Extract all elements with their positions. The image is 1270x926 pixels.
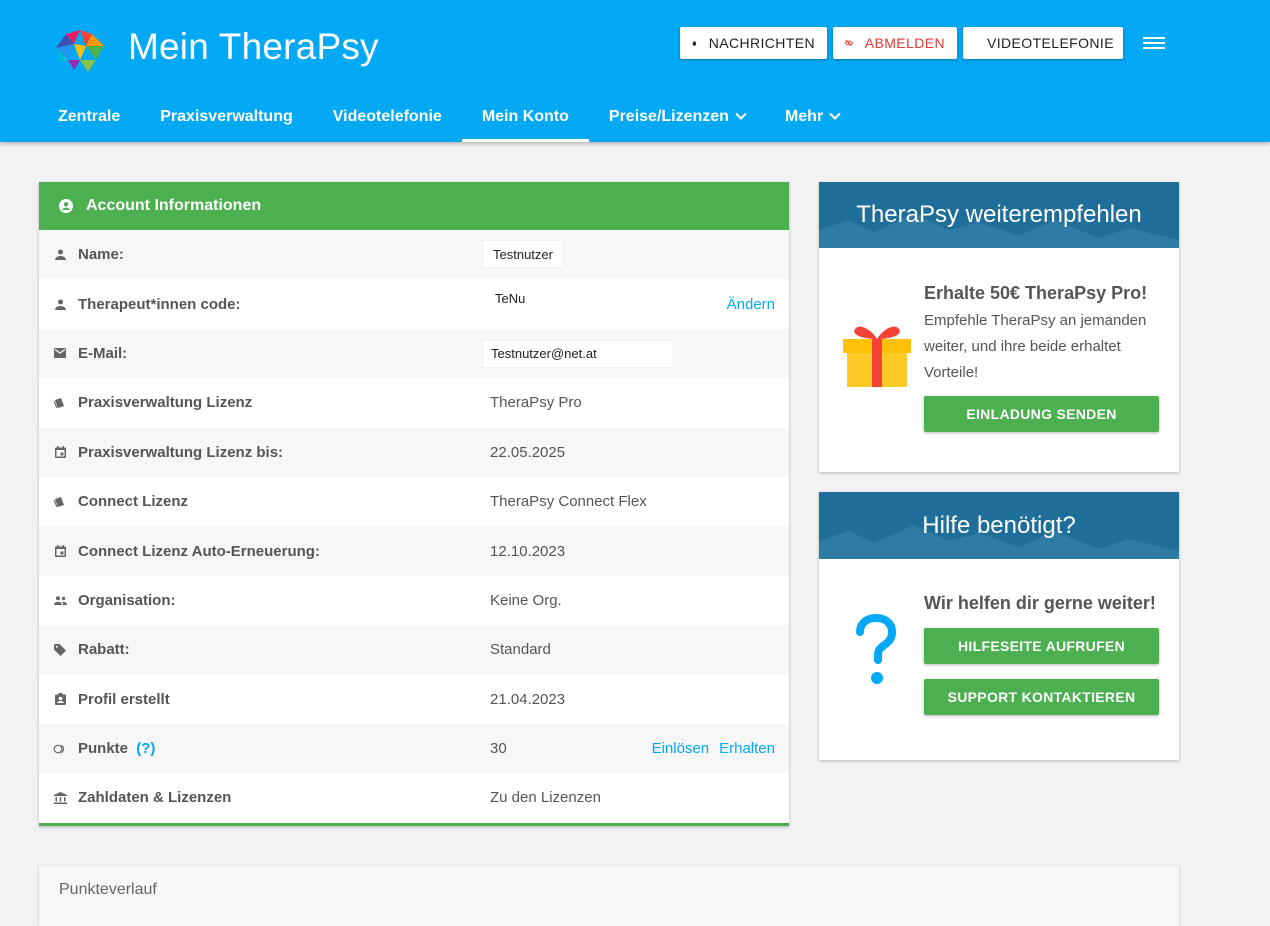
name-label: Name: xyxy=(78,246,124,264)
org-label: Organisation: xyxy=(78,591,176,609)
license-icon xyxy=(53,495,67,509)
logo-brain-icon[interactable] xyxy=(52,26,108,76)
chevron-down-icon xyxy=(735,108,747,120)
nav-videotelefonie[interactable]: Videotelefonie xyxy=(313,92,462,142)
videotelefonie-label: VIDEOTELEFONIE xyxy=(987,35,1114,51)
row-org: Organisation: Keine Org. xyxy=(39,576,789,625)
help-title: Hilfe benötigt? xyxy=(922,511,1076,539)
punkte-label: Punkte (?) xyxy=(78,740,155,757)
row-punkte: Punkte (?) 30 Einlösen Erhalten xyxy=(39,723,789,774)
account-info-title: Account Informationen xyxy=(86,197,262,214)
code-label: Therapeut*innen code: xyxy=(78,295,241,313)
email-icon xyxy=(53,346,67,360)
recommend-card: TheraPsy weiterempfehlen Erhalte 50€ The… xyxy=(819,182,1179,472)
hilfeseite-button[interactable]: HILFESEITE AUFRUFEN xyxy=(924,628,1159,664)
row-connect-auto: Connect Lizenz Auto-Erneuerung: 12.10.20… xyxy=(39,526,789,576)
nav-preise-label: Preise/Lizenzen xyxy=(608,108,729,125)
nachrichten-label: NACHRICHTEN xyxy=(708,35,815,51)
app-header: Mein TheraPsy NACHRICHTEN ABMELDEN VIDEO… xyxy=(0,0,1270,142)
code-change-link[interactable]: Ändern xyxy=(727,296,775,313)
nav-mehr-label: Mehr xyxy=(784,108,824,125)
pv-bis-label: Praxisverwaltung Lizenz bis: xyxy=(78,443,284,461)
punkte-label-text: Punkte xyxy=(78,740,129,758)
row-connect: Connect Lizenz TheraPsy Connect Flex xyxy=(39,477,789,526)
tag-icon xyxy=(53,643,67,657)
nav-preise-lizenzen[interactable]: Preise/Lizenzen xyxy=(589,92,765,142)
connect-label: Connect Lizenz xyxy=(78,493,189,511)
bank-icon xyxy=(53,791,67,805)
row-email: E-Mail: Testnutzer@net.at xyxy=(39,328,789,379)
einloesen-link[interactable]: Einlösen xyxy=(652,740,710,757)
einladung-senden-button[interactable]: EINLADUNG SENDEN xyxy=(924,396,1159,432)
points-history-title: Punkteverlauf xyxy=(59,881,157,898)
videotelefonie-button[interactable]: VIDEOTELEFONIE xyxy=(963,27,1123,59)
profil-label: Profil erstellt xyxy=(78,690,170,708)
recommend-title: TheraPsy weiterempfehlen xyxy=(856,201,1142,228)
bell-icon xyxy=(692,40,697,46)
nav-zentrale[interactable]: Zentrale xyxy=(38,92,140,142)
connect-auto-value: 12.10.2023 xyxy=(490,542,566,560)
person-icon xyxy=(53,248,67,262)
code-value: TeNu xyxy=(495,291,526,307)
calendar-icon xyxy=(53,544,67,558)
nachrichten-button[interactable]: NACHRICHTEN xyxy=(680,27,827,59)
pv-bis-value: 22.05.2025 xyxy=(490,443,566,461)
row-code: Therapeut*innen code: TeNu Ändern xyxy=(39,279,789,328)
help-header: Hilfe benötigt? xyxy=(819,492,1179,559)
row-zahldaten: Zahldaten & Lizenzen Zu den Lizenzen xyxy=(39,773,789,822)
account-circle-icon xyxy=(59,199,73,213)
rabatt-value: Standard xyxy=(490,641,551,659)
connect-value: TheraPsy Connect Flex xyxy=(490,493,647,511)
question-icon xyxy=(856,614,897,684)
main-nav: Zentrale Praxisverwaltung Videotelefonie… xyxy=(38,92,859,142)
group-icon xyxy=(53,593,67,607)
pv-lizenz-value: TheraPsy Pro xyxy=(490,394,582,412)
row-profil: Profil erstellt 21.04.2023 xyxy=(39,675,789,724)
rabatt-label: Rabatt: xyxy=(78,641,130,659)
zahldaten-label: Zahldaten & Lizenzen xyxy=(78,789,232,807)
account-info-card: Account Informationen Name: Testnutzer T… xyxy=(39,182,789,826)
chevron-down-icon xyxy=(829,108,841,120)
name-field[interactable]: Testnutzer xyxy=(482,240,564,268)
eye-off-icon xyxy=(845,39,853,47)
nav-mehr[interactable]: Mehr xyxy=(765,92,859,142)
row-rabatt: Rabatt: Standard xyxy=(39,625,789,675)
badge-icon xyxy=(53,692,67,706)
points-history-panel: Punkteverlauf xyxy=(39,866,1179,926)
support-kontaktieren-button[interactable]: SUPPORT KONTAKTIEREN xyxy=(924,679,1159,715)
abmelden-button[interactable]: ABMELDEN xyxy=(833,27,957,59)
person-icon xyxy=(53,297,67,311)
recommend-headline: Erhalte 50€ TheraPsy Pro! xyxy=(924,283,1148,303)
abmelden-label: ABMELDEN xyxy=(864,35,945,51)
recommend-header: TheraPsy weiterempfehlen xyxy=(819,182,1179,248)
app-title: Mein TheraPsy xyxy=(128,26,379,67)
connect-auto-label: Connect Lizenz Auto-Erneuerung: xyxy=(78,542,320,560)
row-pv-lizenz: Praxisverwaltung Lizenz TheraPsy Pro xyxy=(39,378,789,427)
zu-den-lizenzen-link[interactable]: Zu den Lizenzen xyxy=(490,789,601,806)
menu-icon[interactable] xyxy=(1143,34,1165,52)
punkte-help-link[interactable]: (?) xyxy=(136,740,155,757)
license-icon xyxy=(53,396,67,410)
email-label: E-Mail: xyxy=(78,344,128,362)
row-name: Name: Testnutzer xyxy=(39,230,789,280)
punkte-value: 30 xyxy=(490,740,507,758)
account-info-header: Account Informationen xyxy=(39,182,789,230)
nav-mein-konto[interactable]: Mein Konto xyxy=(461,92,590,142)
calendar-icon xyxy=(53,445,67,459)
email-field[interactable]: Testnutzer@net.at xyxy=(482,339,674,368)
row-pv-bis: Praxisverwaltung Lizenz bis: 22.05.2025 xyxy=(39,427,789,477)
org-value: Keine Org. xyxy=(490,591,562,609)
help-headline: Wir helfen dir gerne weiter! xyxy=(924,593,1156,613)
recommend-text: Empfehle TheraPsy an jemanden weiter, un… xyxy=(924,312,1147,381)
nav-praxisverwaltung[interactable]: Praxisverwaltung xyxy=(140,92,313,142)
coins-icon xyxy=(53,742,67,756)
punkte-actions: Einlösen Erhalten xyxy=(652,740,775,757)
help-card: Hilfe benötigt? Wir helfen dir gerne wei… xyxy=(819,492,1179,760)
gift-icon xyxy=(843,326,911,387)
pv-lizenz-label: Praxisverwaltung Lizenz xyxy=(78,394,253,412)
profil-value: 21.04.2023 xyxy=(490,690,566,708)
erhalten-link[interactable]: Erhalten xyxy=(719,740,775,757)
